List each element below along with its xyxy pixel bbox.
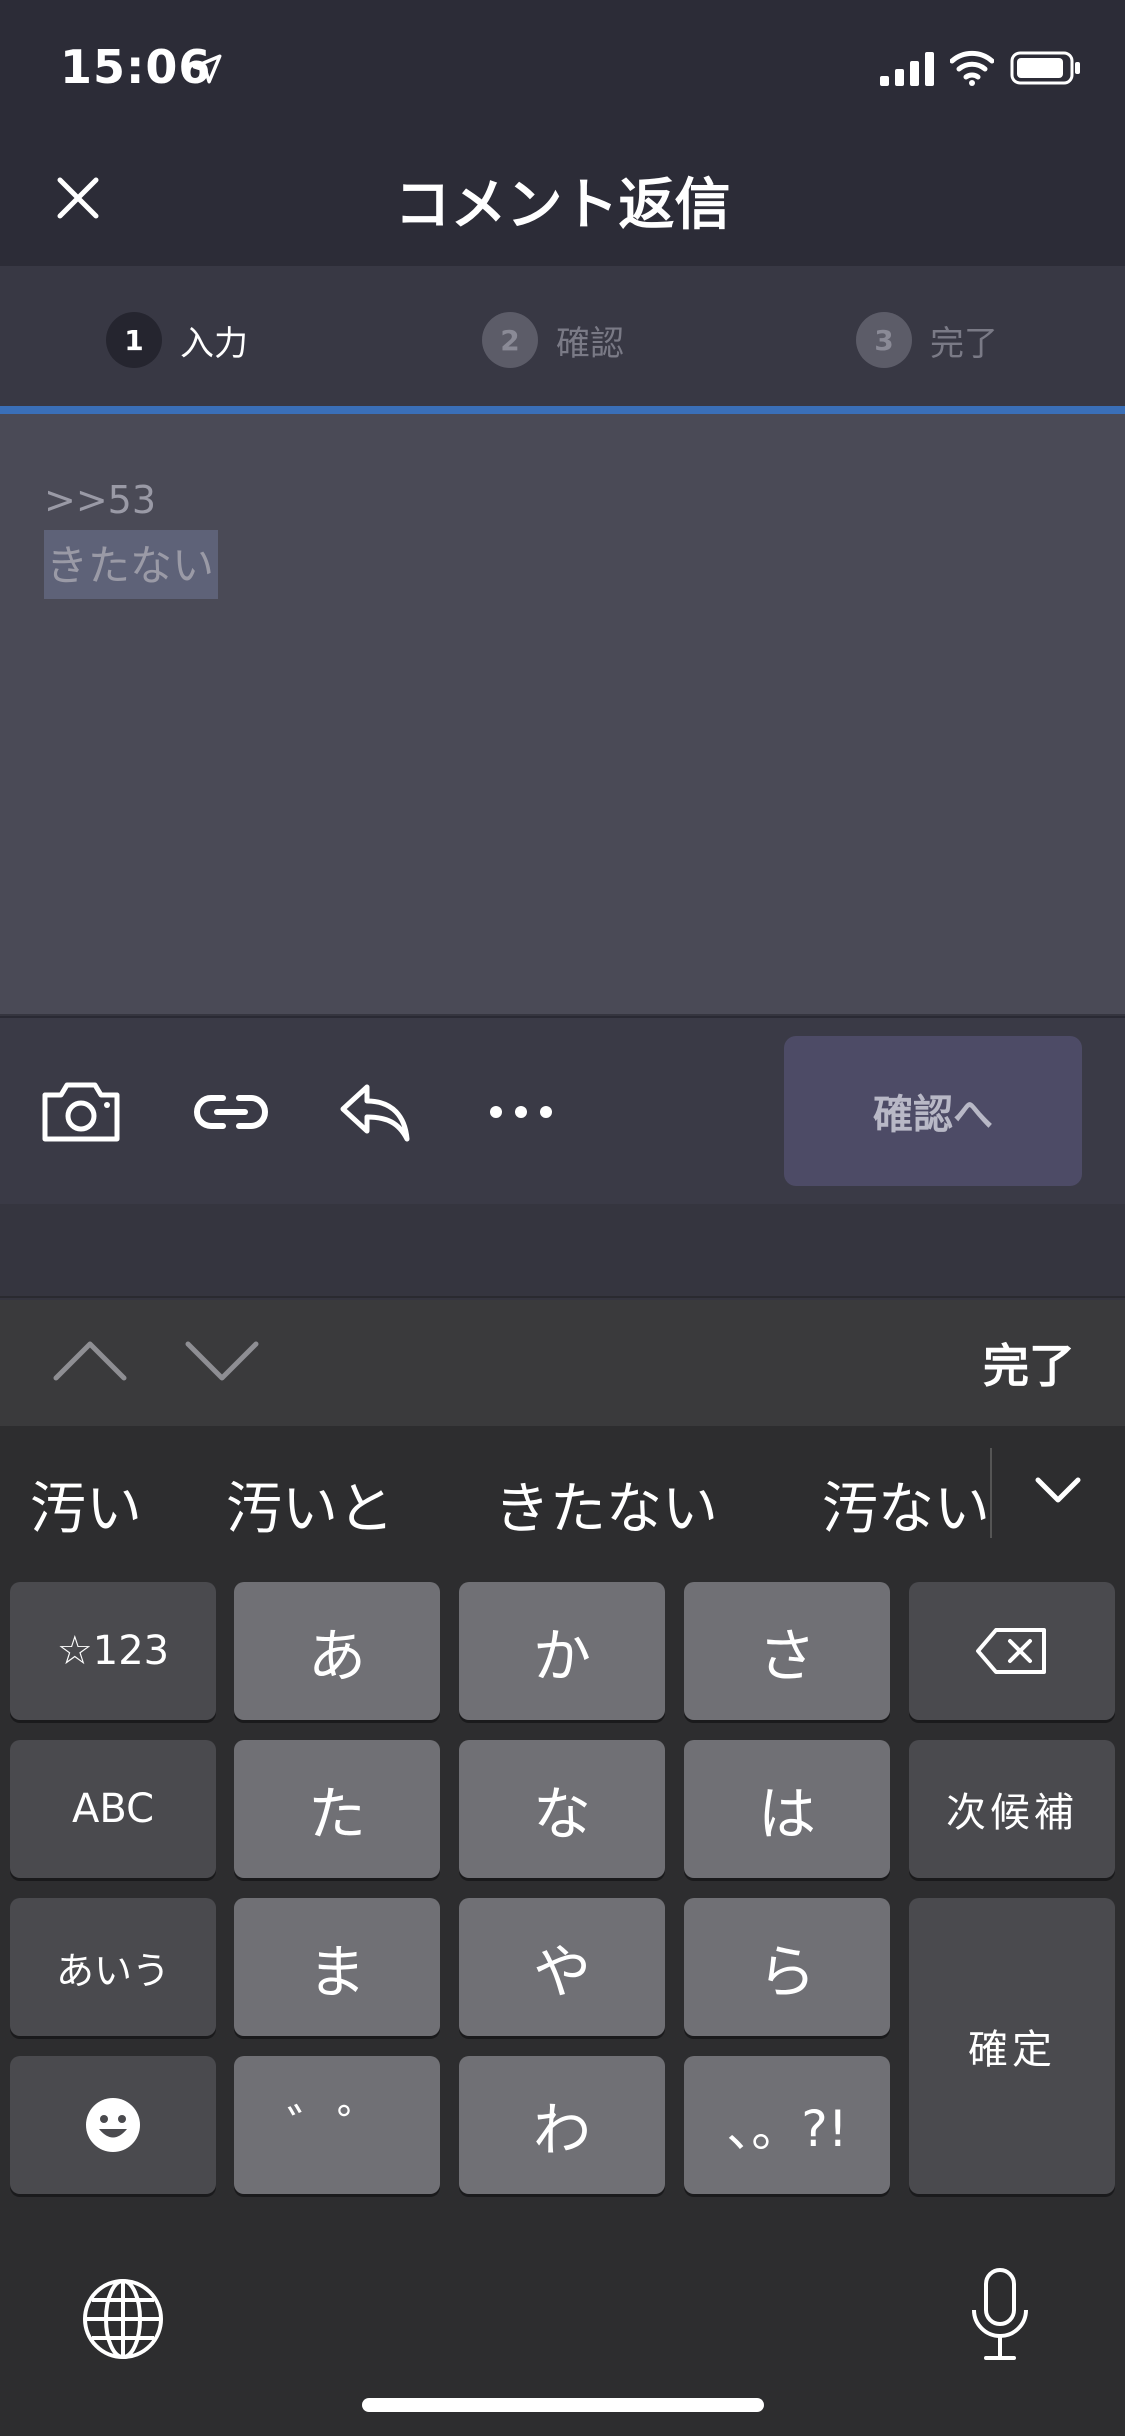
- key-next-candidate[interactable]: 次候補: [909, 1740, 1115, 1878]
- key-punctuation[interactable]: 、。?!: [684, 2056, 890, 2194]
- key-ra[interactable]: ら: [684, 1898, 890, 2036]
- more-options-button[interactable]: [476, 1072, 566, 1152]
- cellular-signal-icon: [880, 52, 934, 86]
- candidate-item[interactable]: 汚いと: [226, 1464, 394, 1545]
- step-label: 入力: [180, 323, 248, 364]
- key-sa[interactable]: さ: [684, 1582, 890, 1720]
- camera-icon: [42, 1082, 120, 1142]
- home-indicator[interactable]: [362, 2398, 764, 2412]
- key-confirm[interactable]: 確定: [909, 1898, 1115, 2194]
- step-number: 2: [482, 312, 538, 368]
- key-ya[interactable]: や: [459, 1898, 665, 2036]
- candidate-item[interactable]: きたない: [494, 1464, 718, 1545]
- step-input: 1 入力: [106, 310, 248, 370]
- reply-button[interactable]: [330, 1072, 420, 1152]
- key-ta[interactable]: た: [234, 1740, 440, 1878]
- keyboard: 汚い 汚いと きたない 汚ない ☆123 あ か さ ABC た な は 次候補…: [0, 1426, 1125, 2436]
- emoji-smiley-icon: [86, 2098, 140, 2152]
- step-label: 確認: [556, 323, 624, 364]
- location-arrow-icon: [192, 54, 222, 84]
- stepper: 1 入力 2 確認 3 完了: [0, 266, 1125, 406]
- reply-reference: >>53: [44, 478, 157, 522]
- more-dots-icon: [490, 1106, 552, 1118]
- status-bar: 15:06: [0, 0, 1125, 132]
- key-abc[interactable]: ABC: [10, 1740, 216, 1878]
- key-kana[interactable]: あいう: [10, 1898, 216, 2036]
- step-number: 1: [106, 312, 162, 368]
- key-ma[interactable]: ま: [234, 1898, 440, 2036]
- battery-icon: [1010, 51, 1080, 85]
- step-confirm: 2 確認: [482, 310, 624, 370]
- key-emoji[interactable]: [10, 2056, 216, 2194]
- previous-field-chevron-up-icon[interactable]: [50, 1330, 130, 1390]
- camera-button[interactable]: [36, 1072, 126, 1152]
- key-symbols[interactable]: ☆123: [10, 1582, 216, 1720]
- key-delete[interactable]: [909, 1582, 1115, 1720]
- link-button[interactable]: [186, 1072, 276, 1152]
- key-na[interactable]: な: [459, 1740, 665, 1878]
- link-icon: [194, 1095, 268, 1129]
- candidate-item[interactable]: 汚ない: [822, 1464, 990, 1545]
- backspace-icon: [976, 1628, 1046, 1674]
- key-wa[interactable]: わ: [459, 2056, 665, 2194]
- content-gap: [0, 1204, 1125, 1298]
- step-progress-bar: [0, 406, 1125, 414]
- comment-text-area[interactable]: >>53 きたない: [0, 414, 1125, 1014]
- key-ha[interactable]: は: [684, 1740, 890, 1878]
- candidate-item[interactable]: 汚い: [30, 1464, 142, 1545]
- next-field-chevron-down-icon[interactable]: [182, 1330, 262, 1390]
- composing-text: きたない: [44, 530, 219, 599]
- step-label: 完了: [930, 323, 998, 364]
- status-time: 15:06: [60, 40, 212, 94]
- candidate-bar: 汚い 汚いと きたない 汚ない: [0, 1426, 1125, 1556]
- step-number: 3: [856, 312, 912, 368]
- close-icon: [57, 177, 99, 219]
- key-dakuten[interactable]: ゛゜: [234, 2056, 440, 2194]
- microphone-icon[interactable]: [968, 2266, 1032, 2366]
- key-ka[interactable]: か: [459, 1582, 665, 1720]
- keyboard-accessory-bar: 完了: [0, 1300, 1125, 1426]
- step-complete: 3 完了: [856, 310, 998, 370]
- nav-bar: コメント返信: [0, 132, 1125, 266]
- close-button[interactable]: [50, 170, 106, 226]
- compose-toolbar: 確認へ: [0, 1016, 1125, 1204]
- reply-icon: [340, 1084, 410, 1142]
- keyboard-done-button[interactable]: 完了: [983, 1330, 1075, 1396]
- candidate-separator: [990, 1448, 992, 1538]
- globe-icon[interactable]: [80, 2276, 166, 2362]
- page-title: コメント返信: [394, 173, 731, 238]
- expand-candidates-chevron-down-icon[interactable]: [1030, 1466, 1086, 1514]
- confirm-button[interactable]: 確認へ: [784, 1036, 1082, 1186]
- wifi-icon: [950, 50, 994, 86]
- key-a[interactable]: あ: [234, 1582, 440, 1720]
